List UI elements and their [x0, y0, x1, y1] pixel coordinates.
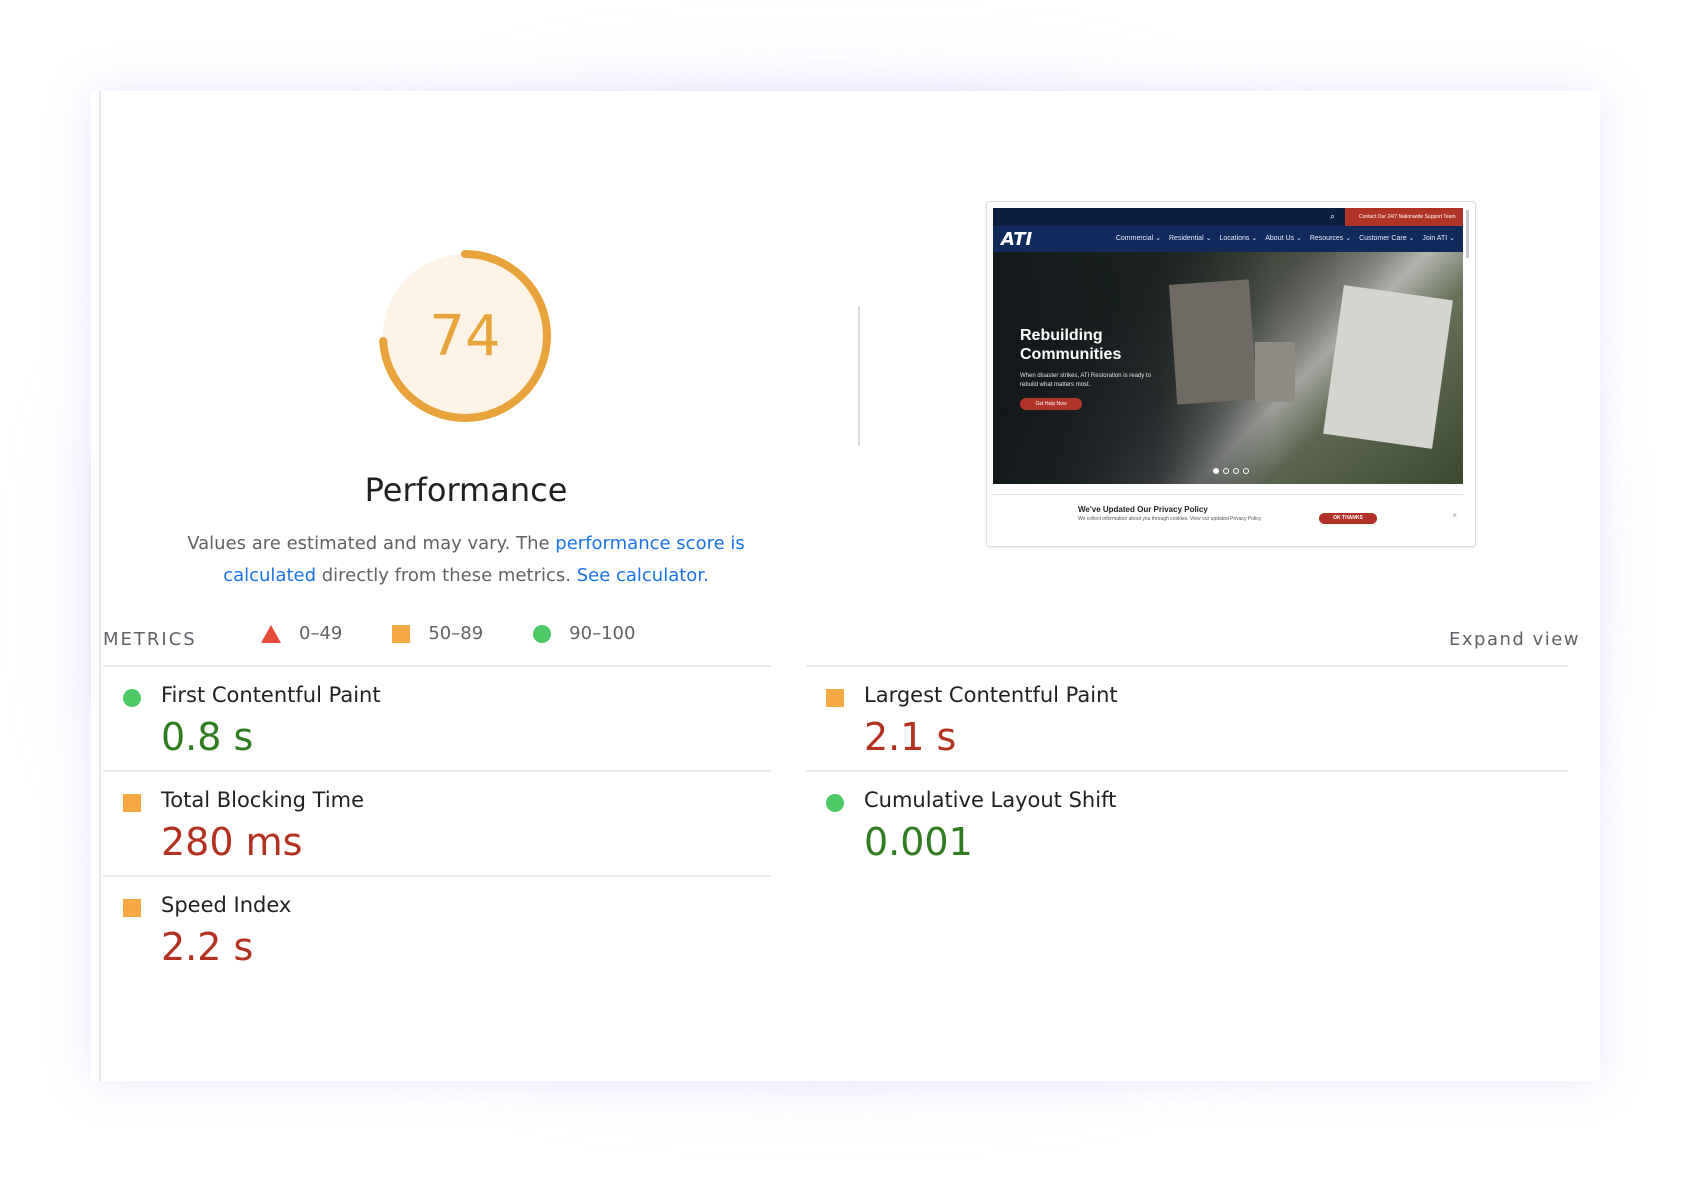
- page-screenshot-thumbnail[interactable]: ⌕ Contact Our 24/7 Nationwide Support Te…: [986, 201, 1476, 547]
- hero-title-line: Rebuilding: [1020, 327, 1103, 344]
- thumbnail-nav-item: Resources ⌄: [1309, 235, 1352, 242]
- close-icon: ×: [1452, 511, 1457, 520]
- thumbnail-hero: Rebuilding Communities When disaster str…: [993, 252, 1463, 484]
- green-circle-icon: [123, 689, 141, 707]
- metric-speed-index: Speed Index 2.2 s: [103, 875, 771, 980]
- metric-name: Speed Index: [161, 893, 292, 917]
- metric-value: 2.2 s: [161, 925, 254, 969]
- carousel-dot: [1233, 468, 1239, 474]
- description-text-2: directly from these metrics.: [316, 565, 577, 586]
- thumbnail-contact-bar: Contact Our 24/7 Nationwide Support Team: [1345, 208, 1463, 226]
- metric-value: 2.1 s: [864, 715, 957, 759]
- metric-name: First Contentful Paint: [161, 683, 381, 707]
- metric-value: 0.8 s: [161, 715, 254, 759]
- performance-description: Values are estimated and may vary. The p…: [186, 528, 746, 592]
- aerial-roof: [1323, 285, 1453, 449]
- metric-name: Total Blocking Time: [161, 788, 365, 812]
- aerial-roof: [1168, 279, 1258, 405]
- legend-label: 90–100: [569, 623, 636, 644]
- legend-item-pass: 90–100: [533, 623, 635, 644]
- legend-item-average: 50–89: [392, 623, 483, 644]
- metric-largest-contentful-paint: Largest Contentful Paint 2.1 s: [806, 665, 1568, 770]
- thumbnail-topbar: ⌕ Contact Our 24/7 Nationwide Support Te…: [993, 208, 1463, 226]
- metric-value: 280 ms: [161, 820, 303, 864]
- search-icon: ⌕: [1329, 211, 1335, 221]
- privacy-title: We've Updated Our Privacy Policy: [1078, 505, 1208, 514]
- metric-value: 0.001: [864, 820, 973, 864]
- thumbnail-nav-item: About Us ⌄: [1265, 235, 1302, 242]
- aerial-roof: [1255, 342, 1295, 402]
- legend-item-fail: 0–49: [261, 623, 342, 644]
- green-circle-icon: [826, 794, 844, 812]
- orange-square-icon: [123, 794, 141, 812]
- metric-name: Largest Contentful Paint: [864, 683, 1118, 707]
- metric-name: Cumulative Layout Shift: [864, 788, 1117, 812]
- card-left-rule: [99, 91, 101, 1081]
- privacy-text: We collect information about you through…: [1078, 516, 1262, 522]
- vertical-divider: [858, 306, 860, 446]
- thumbnail-navbar: ATI Commercial ⌄ Residential ⌄ Locations…: [993, 226, 1463, 252]
- thumbnail-nav-links: Commercial ⌄ Residential ⌄ Locations ⌄ A…: [1116, 234, 1455, 242]
- privacy-banner: We've Updated Our Privacy Policy We coll…: [993, 494, 1463, 540]
- metric-cumulative-layout-shift: Cumulative Layout Shift 0.001: [806, 770, 1568, 875]
- hero-title-line: Communities: [1020, 346, 1122, 363]
- thumbnail-scrollbar: [1466, 210, 1469, 258]
- ok-thanks-button: OK THANKS: [1319, 513, 1377, 524]
- thumbnail-nav-item: Residential ⌄: [1169, 235, 1212, 242]
- performance-score: 74: [429, 303, 501, 369]
- orange-square-icon: [123, 899, 141, 917]
- score-legend: 0–49 50–89 90–100: [261, 623, 681, 644]
- report-card: 74 Performance Values are estimated and …: [91, 91, 1600, 1081]
- performance-gauge: 74: [370, 241, 560, 431]
- metrics-heading: METRICS: [103, 629, 197, 650]
- carousel-dot: [1223, 468, 1229, 474]
- red-triangle-icon: [261, 624, 281, 643]
- legend-label: 50–89: [428, 623, 484, 644]
- expand-view-button[interactable]: Expand view: [1449, 629, 1580, 650]
- orange-square-icon: [392, 624, 411, 643]
- metric-first-contentful-paint: First Contentful Paint 0.8 s: [103, 665, 771, 770]
- description-text: Values are estimated and may vary. The: [187, 533, 556, 554]
- carousel-dots: [1213, 468, 1249, 474]
- carousel-dot: [1243, 468, 1249, 474]
- thumbnail-nav-item: Locations ⌄: [1219, 235, 1258, 242]
- legend-label: 0–49: [299, 623, 343, 644]
- thumbnail-nav-item: Customer Care ⌄: [1359, 235, 1415, 242]
- get-help-button: Get Help Now: [1020, 398, 1082, 410]
- hero-title: Rebuilding Communities: [1020, 326, 1121, 364]
- orange-square-icon: [826, 689, 844, 707]
- ati-logo: ATI: [1001, 229, 1033, 250]
- thumbnail-nav-item: Join ATI ⌄: [1422, 235, 1455, 242]
- hero-subtitle: When disaster strikes, ATI Restoration i…: [1020, 373, 1151, 388]
- thumbnail-nav-item: Commercial ⌄: [1115, 235, 1161, 242]
- carousel-dot: [1213, 468, 1219, 474]
- performance-title: Performance: [364, 471, 568, 509]
- green-circle-icon: [533, 624, 552, 643]
- see-calculator-link[interactable]: See calculator.: [577, 565, 709, 586]
- metric-total-blocking-time: Total Blocking Time 280 ms: [103, 770, 771, 875]
